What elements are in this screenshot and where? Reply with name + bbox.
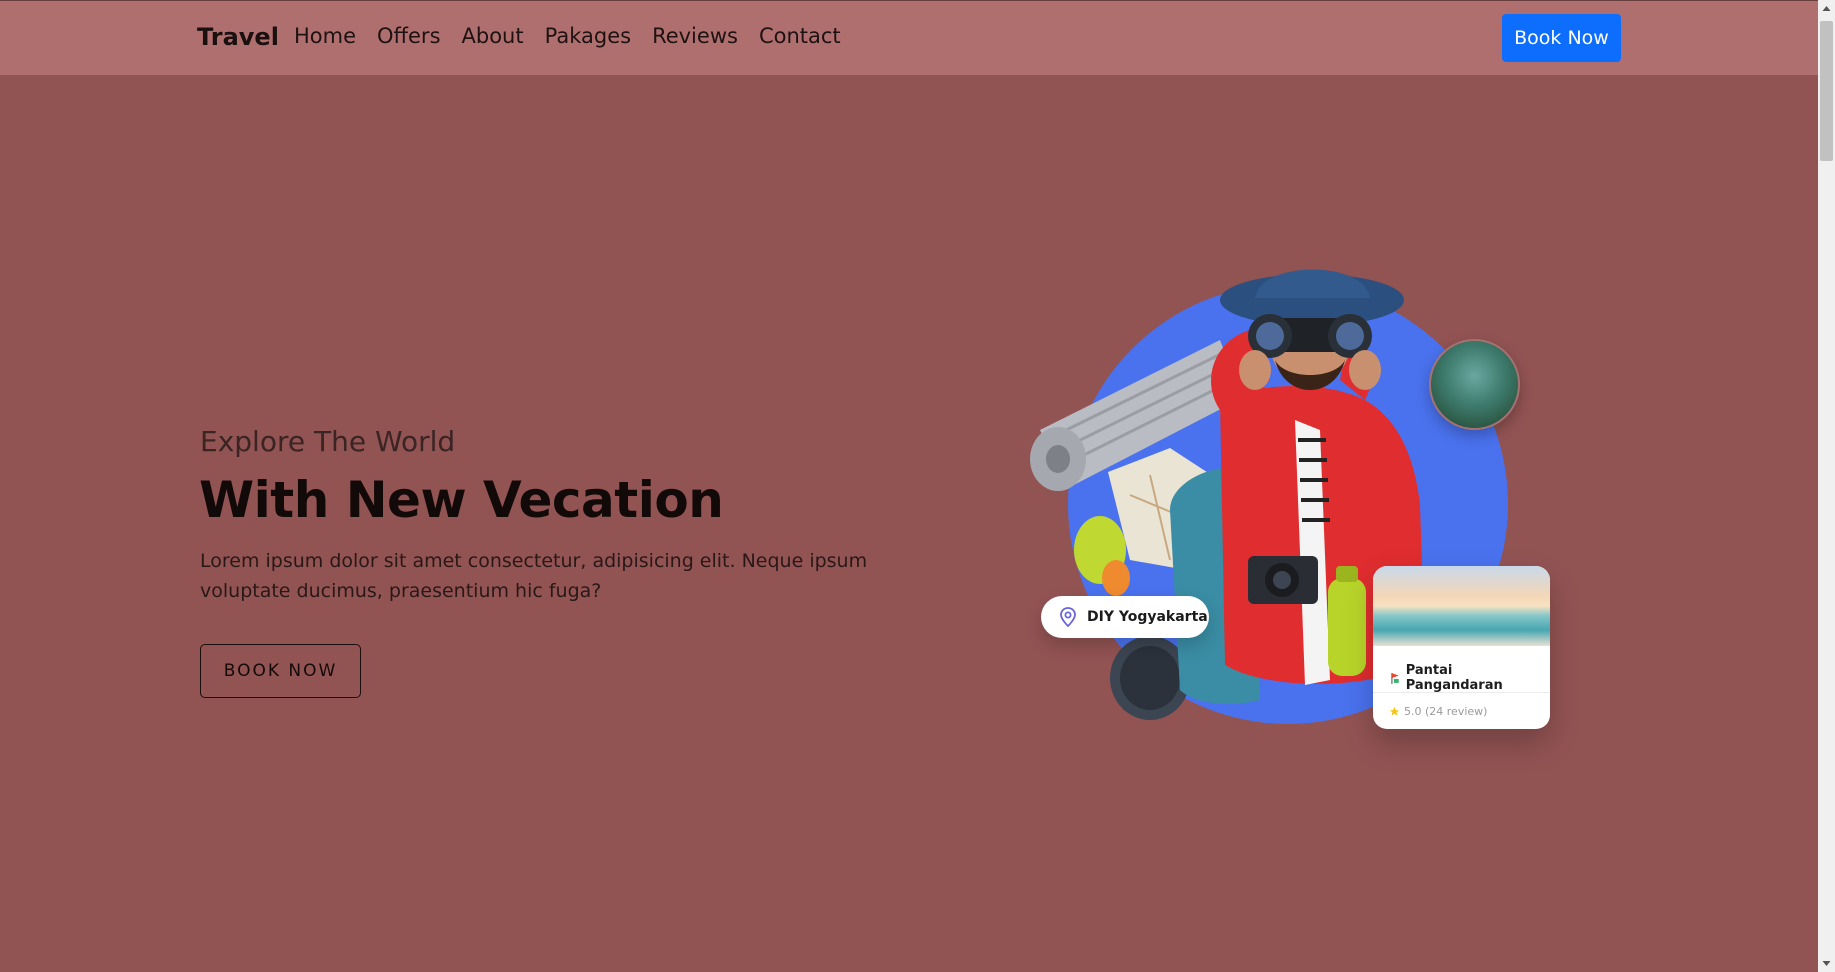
book-now-nav-button[interactable]: Book Now: [1502, 14, 1621, 62]
destination-card[interactable]: Pantai Pangandaran 5.0 (24 review): [1373, 566, 1550, 729]
scrollbar-thumb[interactable]: [1820, 21, 1833, 161]
brand-logo[interactable]: Travel: [197, 23, 279, 51]
location-tag[interactable]: DIY Yogyakarta: [1041, 596, 1209, 638]
nav-link-offers[interactable]: Offers: [377, 24, 441, 48]
card-divider: [1373, 692, 1550, 693]
hero-title: With New Vecation: [199, 471, 724, 529]
location-tag-label: DIY Yogyakarta: [1087, 609, 1208, 625]
scroll-up-arrow-icon[interactable]: [1818, 0, 1835, 17]
nav-link-reviews[interactable]: Reviews: [652, 24, 738, 48]
vertical-scrollbar[interactable]: [1818, 0, 1835, 972]
location-pin-icon: [1060, 607, 1076, 627]
destination-name: Pantai Pangandaran: [1405, 663, 1503, 693]
waterfall-photo: [1429, 339, 1520, 430]
hero-description: Lorem ipsum dolor sit amet consectetur, …: [200, 550, 868, 602]
nav-links: Home Offers About Pakages Reviews Contac…: [294, 24, 841, 48]
destination-rating: 5.0 (24 review): [1404, 705, 1488, 718]
page: Travel Home Offers About Pakages Reviews…: [0, 0, 1818, 972]
beach-photo: [1373, 566, 1550, 646]
hero-illustration: DIY Yogyakarta Pantai Pangandaran 5.0 (2…: [1020, 260, 1590, 740]
nav-link-contact[interactable]: Contact: [759, 24, 841, 48]
nav-link-about[interactable]: About: [462, 24, 524, 48]
map-pin-icon: [1391, 672, 1399, 684]
nav-link-home[interactable]: Home: [294, 24, 356, 48]
destination-rating-row: 5.0 (24 review): [1389, 705, 1487, 718]
book-now-hero-button[interactable]: BOOK NOW: [200, 644, 361, 698]
star-icon: [1389, 706, 1400, 716]
binoculars: [1248, 314, 1372, 358]
water-bottle: [1328, 578, 1366, 676]
destination-name-row: Pantai Pangandaran: [1389, 663, 1550, 693]
navbar: Travel Home Offers About Pakages Reviews…: [0, 1, 1818, 75]
nav-link-packages[interactable]: Pakages: [545, 24, 631, 48]
hero-eyebrow: Explore The World: [200, 425, 456, 458]
camera: [1248, 556, 1318, 604]
scroll-down-arrow-icon[interactable]: [1818, 955, 1835, 972]
